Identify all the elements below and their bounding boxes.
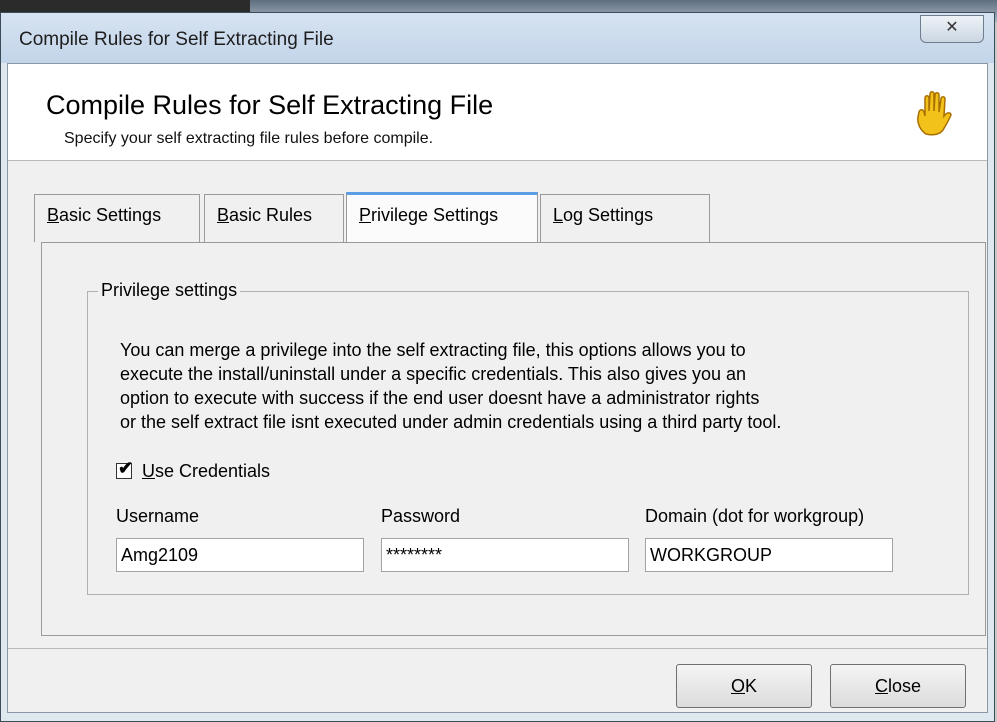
groupbox-label: Privilege settings xyxy=(98,280,241,301)
window-title: Compile Rules for Self Extracting File xyxy=(19,29,334,50)
tab-panel-privilege: Privilege settings You can merge a privi… xyxy=(41,242,986,636)
page-subtitle: Specify your self extracting file rules … xyxy=(64,130,434,147)
use-credentials-checkbox[interactable]: ✔ xyxy=(116,459,133,479)
dialog-window: Compile Rules for Self Extracting File ✕… xyxy=(0,12,995,722)
use-credentials-label[interactable]: Use Credentials xyxy=(142,461,270,482)
username-label: Username xyxy=(116,506,200,526)
close-button[interactable]: Close xyxy=(830,664,966,708)
close-icon: ✕ xyxy=(945,19,959,36)
tab-basic-rules[interactable]: Basic Rules xyxy=(204,194,344,242)
header-panel: Compile Rules for Self Extracting File S… xyxy=(8,64,987,161)
hand-icon xyxy=(917,91,952,136)
tab-basic-settings[interactable]: Basic Settings xyxy=(34,194,200,242)
tab-log-settings[interactable]: Log Settings xyxy=(540,194,710,242)
privilege-groupbox: Privilege settings You can merge a privi… xyxy=(87,280,969,595)
domain-label: Domain (dot for workgroup) xyxy=(645,506,865,526)
window-close-button[interactable]: ✕ xyxy=(920,15,984,43)
dialog-client-area: Compile Rules for Self Extracting File S… xyxy=(7,63,988,713)
domain-field[interactable] xyxy=(645,538,893,572)
page-title: Compile Rules for Self Extracting File xyxy=(46,90,494,120)
ok-button[interactable]: OK xyxy=(676,664,812,708)
tab-strip: Basic Settings Basic Rules Privilege Set… xyxy=(34,192,974,244)
username-field[interactable] xyxy=(116,538,364,572)
use-credentials-row[interactable]: ✔ Use Credentials xyxy=(116,459,270,482)
title-bar[interactable]: Compile Rules for Self Extracting File ✕ xyxy=(1,13,994,63)
tab-privilege-settings[interactable]: Privilege Settings xyxy=(346,192,538,242)
checkmark-icon: ✔ xyxy=(118,458,134,478)
password-label: Password xyxy=(381,506,461,526)
footer-divider xyxy=(8,648,987,649)
privilege-description: You can merge a privilege into the self … xyxy=(120,340,782,432)
password-field[interactable] xyxy=(381,538,629,572)
